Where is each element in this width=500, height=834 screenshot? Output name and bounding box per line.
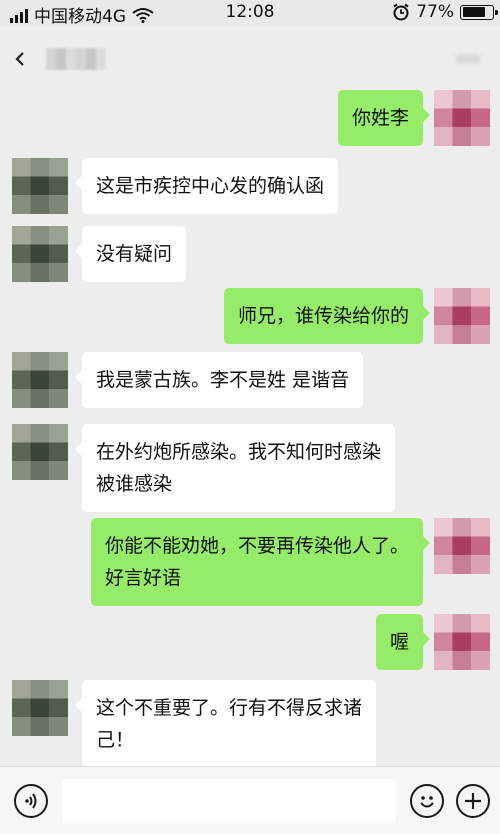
plus-icon[interactable] [456, 784, 490, 818]
message-text-line: 你能不能劝她，不要再传染他人了。 [104, 535, 409, 557]
avatar[interactable] [434, 614, 490, 670]
chat-header [0, 26, 500, 90]
voice-glyph [25, 793, 37, 809]
avatar[interactable] [12, 226, 68, 282]
avatar[interactable] [12, 158, 68, 214]
voice-icon[interactable] [14, 784, 48, 818]
message-text-line: 在外约炮所感染。我不知何时感染 [96, 441, 382, 463]
message-text: 没有疑问 [96, 243, 173, 265]
chat-title-blurred [46, 48, 106, 70]
avatar[interactable] [434, 288, 490, 344]
message-text: 我是蒙古族。李不是姓 是谐音 [96, 369, 350, 391]
message-bubble[interactable]: 我是蒙古族。李不是姓 是谐音 [74, 352, 364, 408]
avatar[interactable] [12, 424, 68, 480]
more-icon[interactable] [456, 54, 480, 64]
message-list: 你姓李 这是市疾控中心发的确认函 没有疑问 师兄，谁传染给你的 我是蒙古族。李不… [0, 90, 500, 768]
message-text-line: 己！ [96, 729, 135, 751]
message-bubble[interactable]: 这个不重要了。行有不得反求诸 己！ [74, 680, 377, 768]
battery-icon [460, 4, 498, 20]
message-bubble[interactable]: 你姓李 [337, 90, 431, 146]
emoji-icon[interactable] [410, 784, 444, 818]
message-text: 喔 [389, 631, 409, 653]
message-bubble[interactable]: 这是市疾控中心发的确认函 [74, 158, 339, 214]
plus-glyph [465, 793, 481, 809]
message-text-line: 这个不重要了。行有不得反求诸 [96, 697, 363, 719]
battery-fill [462, 7, 485, 17]
message-text-line: 好言好语 [104, 567, 181, 589]
chevron-left-icon[interactable] [14, 52, 26, 66]
status-bar: 中国移动4G 12:08 77% [0, 0, 500, 27]
message-input[interactable] [62, 779, 396, 823]
emoji-glyph [420, 796, 434, 808]
avatar[interactable] [434, 90, 490, 146]
message-bubble[interactable]: 在外约炮所感染。我不知何时感染 被谁感染 [74, 424, 396, 512]
message-bubble[interactable]: 师兄，谁传染给你的 [223, 288, 431, 344]
message-bubble[interactable]: 没有疑问 [74, 226, 187, 282]
message-text-line: 被谁感染 [96, 473, 173, 495]
status-right: 77% [392, 2, 498, 22]
message-bubble[interactable]: 喔 [375, 614, 431, 670]
avatar[interactable] [434, 518, 490, 574]
battery-percent: 77% [416, 2, 454, 22]
message-text: 你姓李 [351, 107, 409, 129]
message-bubble[interactable]: 你能不能劝她，不要再传染他人了。 好言好语 [90, 518, 431, 606]
message-text: 师兄，谁传染给你的 [237, 305, 409, 327]
avatar[interactable] [12, 680, 68, 736]
alarm-icon [393, 3, 409, 21]
message-text: 这是市疾控中心发的确认函 [96, 175, 325, 197]
avatar[interactable] [12, 352, 68, 408]
input-bar [0, 766, 500, 834]
